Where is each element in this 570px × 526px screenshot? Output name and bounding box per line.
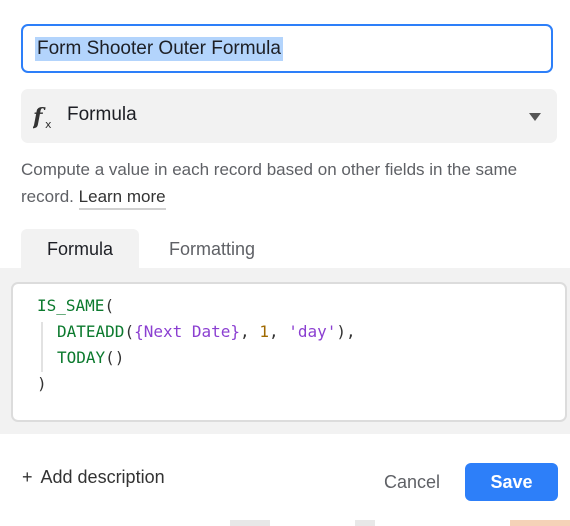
svg-text:x: x [45, 118, 52, 130]
code-line-1: IS_SAME( [37, 296, 115, 315]
add-description-button[interactable]: + Add description [22, 467, 165, 488]
field-name-text[interactable]: Form Shooter Outer Formula [35, 37, 283, 61]
tab-formatting[interactable]: Formatting [147, 229, 277, 269]
add-description-label: Add description [40, 467, 165, 487]
chevron-down-icon [529, 113, 541, 121]
background-content-peek [230, 520, 270, 526]
learn-more-link[interactable]: Learn more [78, 187, 166, 210]
background-content-peek [355, 520, 375, 526]
field-type-label: Formula [67, 104, 137, 125]
indent-guide [41, 322, 43, 372]
code-line-3: TODAY() [57, 348, 125, 367]
code-line-2: DATEADD({Next Date}, 1, 'day'), [57, 322, 356, 341]
formula-panel: IS_SAME( DATEADD({Next Date}, 1, 'day'),… [0, 268, 570, 434]
plus-icon: + [22, 467, 33, 487]
code-line-4: ) [37, 374, 47, 393]
field-type-select[interactable]: f x Formula [21, 89, 557, 143]
background-accent-peek [510, 520, 570, 526]
field-name-input[interactable]: Form Shooter Outer Formula [21, 24, 553, 73]
formula-fx-icon: f x [33, 104, 52, 130]
cancel-button[interactable]: Cancel [368, 462, 456, 502]
field-type-description: Compute a value in each record based on … [21, 156, 557, 210]
field-editor-dialog: Form Shooter Outer Formula f x Formula C… [0, 0, 570, 526]
tab-formula[interactable]: Formula [21, 229, 139, 269]
save-button[interactable]: Save [465, 463, 558, 501]
dialog-footer: + Add description Cancel Save [0, 434, 570, 526]
formula-editor[interactable]: IS_SAME( DATEADD({Next Date}, 1, 'day'),… [11, 282, 567, 422]
